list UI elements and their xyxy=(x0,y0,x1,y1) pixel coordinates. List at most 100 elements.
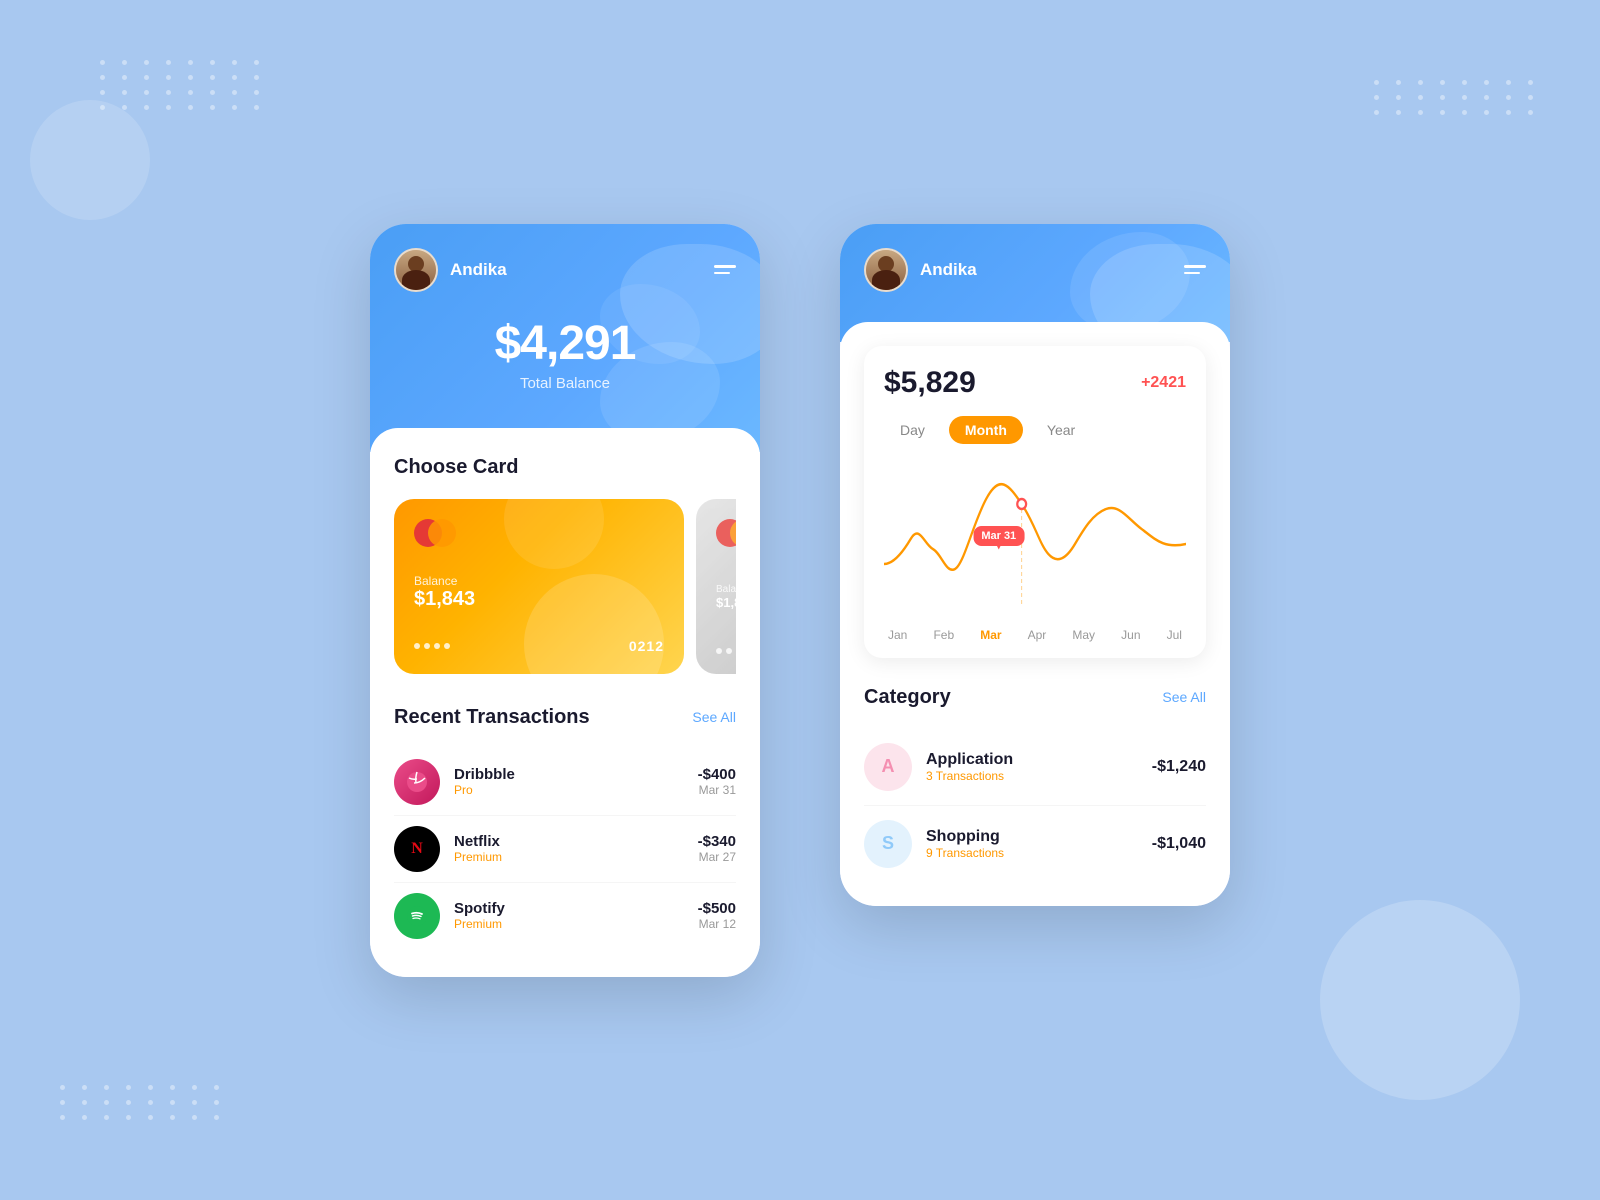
phone1-menu-button[interactable] xyxy=(714,265,736,274)
chart-change: +2421 xyxy=(1141,374,1186,392)
chart-svg xyxy=(884,464,1186,604)
chart-label-jul: Jul xyxy=(1167,628,1182,642)
phone1-user-info: Andika xyxy=(394,248,507,292)
spotify-name: Spotify xyxy=(454,900,684,917)
tab-month[interactable]: Month xyxy=(949,416,1023,444)
c2-dot2 xyxy=(726,648,732,654)
spotify-icon xyxy=(394,893,440,939)
bg-dots-bottom-left xyxy=(60,1085,226,1120)
dot2 xyxy=(424,643,430,649)
choose-card-title: Choose Card xyxy=(394,456,518,479)
phone2-user-info: Andika xyxy=(864,248,977,292)
mastercard-logo-active xyxy=(414,519,458,547)
dribbble-amount-area: -$400 Mar 31 xyxy=(698,766,736,797)
transaction-dribbble: Dribbble Pro -$400 Mar 31 xyxy=(394,749,736,816)
cat-icon-app-letter: A xyxy=(882,756,895,777)
bg-dots-top-right xyxy=(1374,80,1540,115)
bg-blob-tl xyxy=(30,100,150,220)
c2-dot1 xyxy=(716,648,722,654)
menu-line-1 xyxy=(714,265,736,268)
chart-label-may: May xyxy=(1072,628,1095,642)
dribbble-sub: Pro xyxy=(454,783,684,797)
spotify-info: Spotify Premium xyxy=(454,900,684,931)
dot4 xyxy=(444,643,450,649)
bg-blob-br xyxy=(1320,900,1520,1100)
cat-icon-shopping-letter: S xyxy=(882,833,894,854)
phone2-avatar xyxy=(864,248,908,292)
card-number: 0212 xyxy=(629,638,664,654)
phone1-user-name: Andika xyxy=(450,260,507,280)
transactions-list: Dribbble Pro -$400 Mar 31 N Netflix Prem… xyxy=(394,749,736,949)
card-dots xyxy=(414,643,450,649)
credit-card-active[interactable]: Balance $1,843 0212 xyxy=(394,499,684,674)
p2-menu-line-2 xyxy=(1184,272,1200,275)
category-title: Category xyxy=(864,686,951,709)
chart-label-jan: Jan xyxy=(888,628,907,642)
chart-labels: Jan Feb Mar Apr May Jun Jul xyxy=(884,628,1186,642)
chart-balance: $5,829 xyxy=(884,366,976,400)
transaction-netflix: N Netflix Premium -$340 Mar 27 xyxy=(394,816,736,883)
dribbble-name: Dribbble xyxy=(454,766,684,783)
chart-label-feb: Feb xyxy=(933,628,954,642)
phone1-body: Choose Card Balance $1,843 xyxy=(370,428,760,977)
category-see-all[interactable]: See All xyxy=(1162,689,1206,705)
app-cat-amount: -$1,240 xyxy=(1152,758,1206,776)
chart-label-apr: Apr xyxy=(1028,628,1047,642)
transactions-title: Recent Transactions xyxy=(394,706,590,729)
cat-icon-app: A xyxy=(864,743,912,791)
category-header: Category See All xyxy=(864,686,1206,709)
netflix-info: Netflix Premium xyxy=(454,833,684,864)
phone2-user-name: Andika xyxy=(920,260,977,280)
p2-avatar-image xyxy=(866,250,906,290)
netflix-amount-area: -$340 Mar 27 xyxy=(698,833,736,864)
netflix-name: Netflix xyxy=(454,833,684,850)
card2-dots xyxy=(716,648,736,654)
spotify-date: Mar 12 xyxy=(698,917,736,931)
tab-day[interactable]: Day xyxy=(884,416,941,444)
transactions-header: Recent Transactions See All xyxy=(394,706,736,729)
phone1-balance-section: $4,291 Total Balance xyxy=(394,292,736,392)
chart-tooltip: Mar 31 xyxy=(973,526,1024,546)
dribbble-amount: -$400 xyxy=(698,766,736,783)
avatar-image xyxy=(396,250,436,290)
cat-icon-shopping: S xyxy=(864,820,912,868)
main-container: Andika $4,291 Total Balance Choose Card xyxy=(370,224,1230,977)
app-cat-info: Application 3 Transactions xyxy=(926,751,1138,783)
transaction-spotify: Spotify Premium -$500 Mar 12 xyxy=(394,883,736,949)
choose-card-header: Choose Card xyxy=(394,456,736,479)
phone1-header: Andika $4,291 Total Balance xyxy=(370,224,760,452)
card-top xyxy=(414,519,664,547)
card-bottom: 0212 xyxy=(414,638,664,654)
app-cat-count: 3 Transactions xyxy=(926,769,1138,783)
netflix-amount: -$340 xyxy=(698,833,736,850)
dribbble-info: Dribbble Pro xyxy=(454,766,684,797)
shopping-cat-name: Shopping xyxy=(926,828,1138,846)
phone1-balance-label: Total Balance xyxy=(394,375,736,392)
phone1-avatar xyxy=(394,248,438,292)
dot3 xyxy=(434,643,440,649)
phone2-body: $5,829 +2421 Day Month Year xyxy=(840,322,1230,906)
dribbble-date: Mar 31 xyxy=(698,783,736,797)
phone2-menu-button[interactable] xyxy=(1184,265,1206,274)
spotify-amount-area: -$500 Mar 12 xyxy=(698,900,736,931)
netflix-date: Mar 27 xyxy=(698,850,736,864)
netflix-icon: N xyxy=(394,826,440,872)
shopping-cat-amount: -$1,040 xyxy=(1152,835,1206,853)
bg-dots-top-left xyxy=(100,60,266,110)
dribbble-icon xyxy=(394,759,440,805)
app-cat-name: Application xyxy=(926,751,1138,769)
transactions-see-all[interactable]: See All xyxy=(692,709,736,725)
netflix-sub: Premium xyxy=(454,850,684,864)
chart-card: $5,829 +2421 Day Month Year xyxy=(864,346,1206,658)
category-application: A Application 3 Transactions -$1,240 xyxy=(864,729,1206,806)
phone2: Andika $5,829 +2421 Day Month Year xyxy=(840,224,1230,906)
spotify-amount: -$500 xyxy=(698,900,736,917)
shopping-cat-info: Shopping 9 Transactions xyxy=(926,828,1138,860)
category-list: A Application 3 Transactions -$1,240 S S… xyxy=(864,729,1206,882)
credit-card-inactive[interactable]: Balance $1,843 xyxy=(696,499,736,674)
spotify-sub: Premium xyxy=(454,917,684,931)
card2-top xyxy=(716,519,736,547)
chart-label-jun: Jun xyxy=(1121,628,1140,642)
card2-balance-info: Balance $1,843 xyxy=(716,584,736,610)
tab-year[interactable]: Year xyxy=(1031,416,1091,444)
